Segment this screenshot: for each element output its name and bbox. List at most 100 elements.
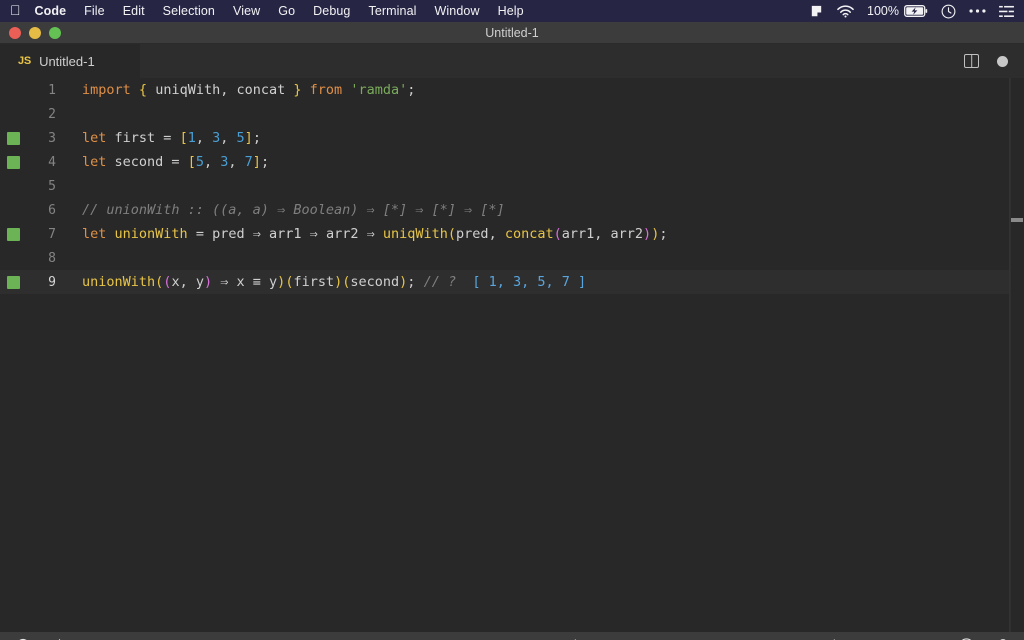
close-window-button[interactable] xyxy=(9,26,21,39)
glyph-margin[interactable] xyxy=(0,126,26,150)
code-token: , xyxy=(220,130,237,146)
glyph-margin[interactable] xyxy=(0,150,26,174)
unsaved-dot-icon[interactable] xyxy=(997,55,1008,67)
menu-item-go[interactable]: Go xyxy=(269,4,304,18)
code-token: ] xyxy=(252,154,261,170)
menu-item-window[interactable]: Window xyxy=(426,4,489,18)
glyph-margin[interactable] xyxy=(0,222,26,246)
glyph-margin[interactable] xyxy=(0,270,26,294)
overview-ruler-mark xyxy=(1011,218,1023,222)
code-token: = xyxy=(171,154,180,170)
code-text[interactable]: // unionWith :: ((a, a) ⇒ Boolean) ⇒ [*]… xyxy=(64,202,505,218)
line-number: 5 xyxy=(48,178,56,194)
line-number: 9 xyxy=(48,274,56,290)
menu-item-debug[interactable]: Debug xyxy=(304,4,359,18)
javascript-file-icon: JS xyxy=(18,55,32,67)
code-text[interactable]: let second = [5, 3, 7]; xyxy=(64,154,269,170)
code-line[interactable]: 7 let unionWith = pred ⇒ arr1 ⇒ arr2 ⇒ un… xyxy=(0,222,1024,246)
split-editor-icon[interactable] xyxy=(964,54,979,68)
overview-ruler[interactable] xyxy=(1010,78,1024,632)
menu-item-help[interactable]: Help xyxy=(489,4,533,18)
menu-item-file[interactable]: File xyxy=(75,4,114,18)
glyph-margin[interactable] xyxy=(0,246,26,270)
clock-icon[interactable] xyxy=(941,4,956,19)
code-line[interactable]: 3 let first = [1, 3, 5]; xyxy=(0,126,1024,150)
code-token: { xyxy=(138,82,148,98)
menu-item-selection[interactable]: Selection xyxy=(154,4,224,18)
code-line[interactable]: 5 xyxy=(0,174,1024,198)
minimize-window-button[interactable] xyxy=(29,26,41,39)
apple-logo-icon[interactable]:  xyxy=(10,3,21,17)
code-line[interactable]: 1 import { uniqWith, concat } from 'ramda… xyxy=(0,78,1024,102)
code-lines-container: 1 import { uniqWith, concat } from 'ramda… xyxy=(0,78,1024,294)
menu-item-terminal[interactable]: Terminal xyxy=(359,4,425,18)
line-number: 1 xyxy=(48,82,56,98)
editor-actions xyxy=(964,44,1024,78)
code-token: ⇒ xyxy=(366,226,375,242)
editor-tab-bar: JS Untitled-1 xyxy=(0,44,1024,78)
traffic-light-controls xyxy=(0,26,61,39)
code-token: ) xyxy=(203,274,213,290)
code-token: let xyxy=(82,154,107,170)
line-number: 8 xyxy=(48,250,56,266)
tab-bar-empty-space xyxy=(140,44,964,78)
quokka-coverage-icon xyxy=(6,155,20,169)
battery-charging-icon[interactable] xyxy=(904,5,928,17)
code-text[interactable]: let first = [1, 3, 5]; xyxy=(64,130,261,146)
code-text[interactable]: unionWith((x, y) ⇒ x ≡ y)(first)(second)… xyxy=(64,274,586,290)
code-token: ( xyxy=(553,226,562,242)
code-token: [ xyxy=(179,130,188,146)
code-token: pred xyxy=(203,226,253,242)
tab-untitled-1[interactable]: JS Untitled-1 xyxy=(0,44,140,78)
code-token: = xyxy=(195,226,204,242)
ellipsis-icon[interactable] xyxy=(969,8,986,14)
code-token: from xyxy=(309,82,343,98)
code-token: ; xyxy=(659,226,668,242)
zoom-window-button[interactable] xyxy=(49,26,61,39)
control-center-icon[interactable] xyxy=(999,5,1014,18)
code-line[interactable]: 2 xyxy=(0,102,1024,126)
code-token: // unionWith :: ((a, a) ⇒ Boolean) ⇒ [*]… xyxy=(82,202,505,218)
code-token: y xyxy=(260,274,278,290)
code-token: , xyxy=(228,154,245,170)
code-token: } xyxy=(293,82,302,98)
code-text[interactable]: import { uniqWith, concat } from 'ramda'… xyxy=(64,82,415,98)
dropbox-icon[interactable] xyxy=(809,4,824,19)
wifi-icon[interactable] xyxy=(837,4,854,18)
glyph-margin[interactable] xyxy=(0,102,26,126)
menu-item-code[interactable]: Code xyxy=(35,4,76,18)
tab-label: Untitled-1 xyxy=(39,53,95,69)
code-token: uniqWith xyxy=(382,226,448,242)
code-token: first xyxy=(106,130,164,146)
code-token: arr1 xyxy=(561,226,595,242)
menu-item-view[interactable]: View xyxy=(224,4,269,18)
code-token: ] xyxy=(244,130,253,146)
code-token: ( xyxy=(447,226,457,242)
code-line[interactable]: 4 let second = [5, 3, 7]; xyxy=(0,150,1024,174)
code-text[interactable]: let unionWith = pred ⇒ arr1 ⇒ arr2 ⇒ uni… xyxy=(64,226,667,242)
code-token: y xyxy=(195,274,204,290)
menubar-status-icons: 100% xyxy=(809,4,1016,19)
code-line[interactable]: 6 // unionWith :: ((a, a) ⇒ Boolean) ⇒ [*… xyxy=(0,198,1024,222)
glyph-margin[interactable] xyxy=(0,174,26,198)
glyph-margin[interactable] xyxy=(0,198,26,222)
code-token: unionWith xyxy=(82,274,156,290)
code-token: 'ramda' xyxy=(350,82,408,98)
code-line[interactable]: 8 xyxy=(0,246,1024,270)
code-token: 5 xyxy=(236,130,245,146)
menu-item-edit[interactable]: Edit xyxy=(114,4,154,18)
code-line[interactable]: 9 unionWith((x, y) ⇒ x ≡ y)(first)(second… xyxy=(0,270,1024,294)
battery-percent-label: 100% xyxy=(867,4,899,18)
code-editor[interactable]: 1 import { uniqWith, concat } from 'ramda… xyxy=(0,78,1024,632)
code-token: ⇒ xyxy=(309,226,318,242)
code-token: pred xyxy=(456,226,489,242)
glyph-margin[interactable] xyxy=(0,78,26,102)
macos-menu-bar:  Code File Edit Selection View Go Debug… xyxy=(0,0,1024,22)
